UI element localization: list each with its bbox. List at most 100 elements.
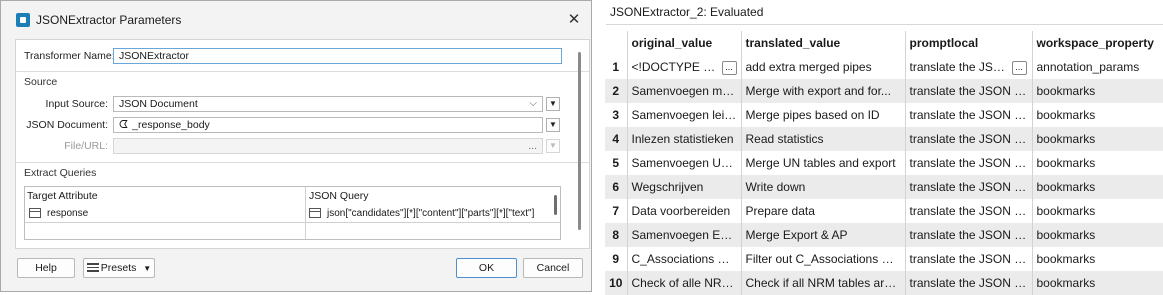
attribute-icon — [29, 208, 41, 218]
workspace-property-cell[interactable]: bookmarks — [1031, 127, 1163, 151]
row-number: 3 — [605, 103, 627, 127]
source-section-heading: Source — [24, 76, 58, 88]
input-source-select[interactable]: JSON Document ⌵ — [113, 96, 543, 112]
original-value-cell[interactable]: Inlezen statistieken — [626, 127, 741, 151]
translated-value-cell[interactable]: Write down — [740, 175, 905, 199]
original-value-cell[interactable]: Samenvoegen Exp... — [626, 223, 741, 247]
presets-icon — [86, 263, 99, 272]
target-attribute-cell[interactable]: response — [47, 208, 88, 219]
workspace-property-cell[interactable]: annotation_params — [1031, 55, 1163, 79]
file-url-label: File/URL: — [64, 140, 108, 152]
column-header-translated-value[interactable]: translated_value — [740, 31, 905, 55]
table-row[interactable]: 8 Samenvoegen Exp... Merge Export & AP t… — [605, 223, 1163, 247]
file-url-menu-button[interactable]: ▼ — [546, 139, 560, 153]
row-number-header — [605, 31, 627, 55]
promptlocal-cell[interactable]: translate the JSON in... — [904, 247, 1032, 271]
original-value-cell[interactable]: Data voorbereiden — [626, 199, 741, 223]
file-url-input[interactable]: ... — [113, 138, 543, 154]
transformer-name-label: Transformer Name: — [24, 50, 115, 62]
extract-queries-heading: Extract Queries — [24, 167, 97, 179]
table-row[interactable]: 3 Samenvoegen leid... Merge pipes based … — [605, 103, 1163, 127]
translated-value-cell[interactable]: Check if all NRM tables are i... — [740, 271, 905, 295]
table-row[interactable]: 1 <!DOCTYPE HTM... add extra merged pipe… — [605, 55, 1163, 79]
original-value-cell[interactable]: <!DOCTYPE HTM... — [626, 55, 741, 79]
table-row[interactable]: 9 C_Associations & ... Filter out C_Asso… — [605, 247, 1163, 271]
row-number: 4 — [605, 127, 627, 151]
evaluated-table: original_value translated_value promptlo… — [605, 31, 1163, 295]
translated-value-cell[interactable]: Filter out C_Associations & ... — [740, 247, 905, 271]
original-value-cell[interactable]: Samenvoegen UN... — [626, 151, 741, 175]
workspace-property-cell[interactable]: bookmarks — [1031, 79, 1163, 103]
dialog-titlebar: JSONExtractor Parameters ✕ — [1, 1, 591, 39]
workspace-property-cell[interactable]: bookmarks — [1031, 175, 1163, 199]
fme-app-icon — [16, 13, 30, 27]
target-attribute-header: Target Attribute — [27, 190, 98, 202]
original-value-text: <!DOCTYPE HTM — [631, 60, 720, 75]
original-value-cell[interactable]: C_Associations & ... — [626, 247, 741, 271]
column-header-promptlocal[interactable]: promptlocal — [904, 31, 1032, 55]
panel-scrollbar[interactable] — [578, 52, 581, 230]
close-icon[interactable]: ✕ — [563, 9, 585, 31]
table-row[interactable]: 7 Data voorbereiden Prepare data transla… — [605, 199, 1163, 223]
original-value-cell[interactable]: Samenvoegen leid... — [626, 103, 741, 127]
row-number: 9 — [605, 247, 627, 271]
grid-scrollbar[interactable] — [554, 195, 557, 215]
expand-cell-button[interactable]: ... — [721, 60, 737, 75]
input-source-label: Input Source: — [45, 98, 108, 110]
workspace-property-cell[interactable]: bookmarks — [1031, 151, 1163, 175]
table-header-row: original_value translated_value promptlo… — [605, 31, 1163, 55]
translated-value-cell[interactable]: Merge with export and for... — [740, 79, 905, 103]
translated-value-cell[interactable]: Merge UN tables and export — [740, 151, 905, 175]
translated-value-cell[interactable]: Read statistics — [740, 127, 905, 151]
jsonextractor-parameters-dialog: JSONExtractor Parameters ✕ Transformer N… — [0, 0, 592, 292]
query-icon — [309, 208, 321, 218]
original-value-cell[interactable]: Wegschrijven — [626, 175, 741, 199]
promptlocal-cell[interactable]: translate the JSON in... — [904, 127, 1032, 151]
table-row[interactable]: 4 Inlezen statistieken Read statistics t… — [605, 127, 1163, 151]
input-source-menu-button[interactable]: ▼ — [546, 97, 560, 111]
promptlocal-cell[interactable]: translate the JSON in... — [904, 223, 1032, 247]
column-header-workspace-property[interactable]: workspace_property — [1031, 31, 1163, 55]
transformer-name-input[interactable]: JSONExtractor — [113, 48, 562, 64]
section-divider — [16, 162, 589, 163]
workspace-property-cell[interactable]: bookmarks — [1031, 223, 1163, 247]
promptlocal-cell[interactable]: translate the JSON in... — [904, 151, 1032, 175]
workspace-property-cell[interactable]: bookmarks — [1031, 271, 1163, 295]
column-header-original-value[interactable]: original_value — [626, 31, 741, 55]
dialog-title: JSONExtractor Parameters — [36, 13, 182, 27]
table-row[interactable]: 6 Wegschrijven Write down translate the … — [605, 175, 1163, 199]
table-row[interactable]: 5 Samenvoegen UN... Merge UN tables and … — [605, 151, 1163, 175]
translated-value-cell[interactable]: Merge Export & AP — [740, 223, 905, 247]
json-document-value: _response_body — [132, 119, 210, 131]
json-document-menu-button[interactable]: ▼ — [546, 118, 560, 132]
workspace-property-cell[interactable]: bookmarks — [1031, 103, 1163, 127]
presets-button[interactable]: Presets ▼ — [83, 258, 155, 278]
cancel-button[interactable]: Cancel — [523, 258, 583, 278]
translated-value-cell[interactable]: add extra merged pipes — [740, 55, 905, 79]
promptlocal-cell[interactable]: translate the JSON in... — [904, 199, 1032, 223]
workspace-property-cell[interactable]: bookmarks — [1031, 199, 1163, 223]
promptlocal-cell[interactable]: translate the JSON in... — [904, 79, 1032, 103]
promptlocal-cell[interactable]: translate the JSON in... — [904, 103, 1032, 127]
promptlocal-cell[interactable]: translate the JSON i... — [904, 55, 1032, 79]
row-number: 7 — [605, 199, 627, 223]
json-query-cell[interactable]: json["candidates"][*]["content"]["parts"… — [327, 208, 534, 219]
expand-cell-button[interactable]: ... — [1011, 60, 1027, 75]
translated-value-cell[interactable]: Merge pipes based on ID — [740, 103, 905, 127]
workspace-property-cell[interactable]: bookmarks — [1031, 247, 1163, 271]
table-row[interactable]: 10 Check of alle NRM... Check if all NRM… — [605, 271, 1163, 295]
help-button[interactable]: Help — [17, 258, 75, 278]
promptlocal-cell[interactable]: translate the JSON in... — [904, 271, 1032, 295]
translated-value-cell[interactable]: Prepare data — [740, 199, 905, 223]
original-value-cell[interactable]: Check of alle NRM... — [626, 271, 741, 295]
chevron-down-icon: ⌵ — [529, 98, 537, 109]
json-document-input[interactable]: ᗧ _response_body — [113, 117, 543, 133]
row-number: 8 — [605, 223, 627, 247]
json-document-label: JSON Document: — [26, 119, 108, 131]
file-browse-ellipsis[interactable]: ... — [528, 139, 537, 153]
original-value-cell[interactable]: Samenvoegen me... — [626, 79, 741, 103]
grid-column-divider — [305, 187, 306, 239]
ok-button[interactable]: OK — [456, 258, 517, 278]
promptlocal-cell[interactable]: translate the JSON in... — [904, 175, 1032, 199]
table-row[interactable]: 2 Samenvoegen me... Merge with export an… — [605, 79, 1163, 103]
